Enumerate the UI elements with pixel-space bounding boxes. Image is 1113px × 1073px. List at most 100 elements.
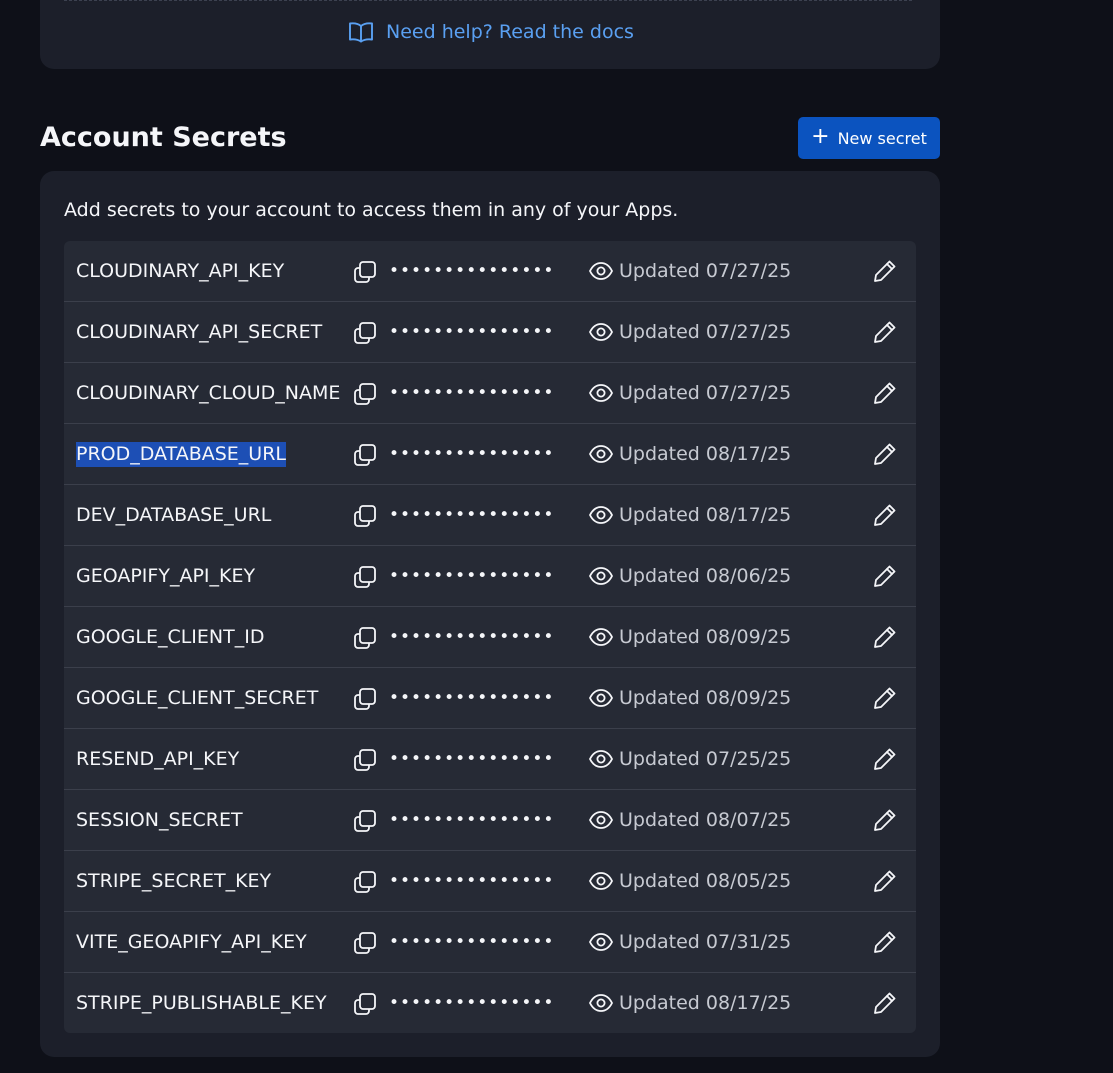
secret-row: CLOUDINARY_API_SECRET ••••••••••••••• Upda… [64,302,916,363]
pencil-icon[interactable] [872,319,898,345]
pencil-icon[interactable] [872,624,898,650]
dashed-divider [64,0,912,1]
eye-icon[interactable] [588,321,614,343]
secret-updated-date: Updated 07/27/25 [619,382,792,404]
eye-icon[interactable] [588,809,614,831]
secret-masked-value: ••••••••••••••• [389,810,555,830]
copy-icon[interactable] [352,625,378,651]
secret-updated-date: Updated 08/09/25 [619,626,792,648]
eye-icon[interactable] [588,504,614,526]
secret-row: CLOUDINARY_API_KEY ••••••••••••••• Updated… [64,241,916,302]
copy-icon[interactable] [352,991,378,1017]
secrets-description: Add secrets to your account to access th… [64,199,679,221]
secret-name: GOOGLE_CLIENT_ID [76,626,265,648]
secret-updated-date: Updated 08/17/25 [619,504,792,526]
secret-name: VITE_GEOAPIFY_API_KEY [76,931,307,953]
secret-updated-date: Updated 07/25/25 [619,748,792,770]
pencil-icon[interactable] [872,258,898,284]
secret-masked-value: ••••••••••••••• [389,932,555,952]
eye-icon[interactable] [588,260,614,282]
secret-updated-date: Updated 07/27/25 [619,321,792,343]
eye-icon[interactable] [588,565,614,587]
secret-name: RESEND_API_KEY [76,748,240,770]
secret-row: PROD_DATABASE_URL ••••••••••••••• Updated … [64,424,916,485]
secret-masked-value: ••••••••••••••• [389,749,555,769]
book-open-icon [348,21,374,43]
section-title: Account Secrets [40,122,287,153]
pencil-icon[interactable] [872,502,898,528]
secret-masked-value: ••••••••••••••• [389,688,555,708]
pencil-icon[interactable] [872,929,898,955]
secret-row: STRIPE_PUBLISHABLE_KEY ••••••••••••••• Upd… [64,973,916,1033]
secret-name: DEV_DATABASE_URL [76,504,272,526]
help-docs-label: Need help? Read the docs [386,21,634,43]
eye-icon[interactable] [588,992,614,1014]
eye-icon[interactable] [588,443,614,465]
eye-icon[interactable] [588,687,614,709]
secret-row: DEV_DATABASE_URL ••••••••••••••• Updated 0… [64,485,916,546]
secret-name: CLOUDINARY_CLOUD_NAME [76,382,341,404]
secret-name: CLOUDINARY_API_KEY [76,260,285,282]
eye-icon[interactable] [588,870,614,892]
secret-name: GOOGLE_CLIENT_SECRET [76,687,319,709]
copy-icon[interactable] [352,381,378,407]
plus-icon: + [811,124,830,149]
secret-masked-value: ••••••••••••••• [389,627,555,647]
eye-icon[interactable] [588,748,614,770]
new-secret-button[interactable]: + New secret [798,117,940,159]
copy-icon[interactable] [352,930,378,956]
secret-name: PROD_DATABASE_URL [76,442,286,467]
secret-updated-date: Updated 08/09/25 [619,687,792,709]
secret-masked-value: ••••••••••••••• [389,871,555,891]
copy-icon[interactable] [352,808,378,834]
secret-name: GEOAPIFY_API_KEY [76,565,256,587]
secret-name: STRIPE_SECRET_KEY [76,870,272,892]
eye-icon[interactable] [588,382,614,404]
copy-icon[interactable] [352,442,378,468]
secret-row: GOOGLE_CLIENT_ID ••••••••••••••• Updated 0… [64,607,916,668]
pencil-icon[interactable] [872,807,898,833]
secret-updated-date: Updated 08/07/25 [619,809,792,831]
secret-row: STRIPE_SECRET_KEY ••••••••••••••• Updated … [64,851,916,912]
secret-row: RESEND_API_KEY ••••••••••••••• Updated 07/… [64,729,916,790]
pencil-icon[interactable] [872,746,898,772]
secret-row: VITE_GEOAPIFY_API_KEY ••••••••••••••• Upda… [64,912,916,973]
secret-masked-value: ••••••••••••••• [389,566,555,586]
copy-icon[interactable] [352,503,378,529]
secret-masked-value: ••••••••••••••• [389,444,555,464]
pencil-icon[interactable] [872,563,898,589]
secret-updated-date: Updated 07/27/25 [619,260,792,282]
pencil-icon[interactable] [872,380,898,406]
secret-updated-date: Updated 08/17/25 [619,443,792,465]
secret-masked-value: ••••••••••••••• [389,383,555,403]
pencil-icon[interactable] [872,685,898,711]
secret-updated-date: Updated 08/05/25 [619,870,792,892]
copy-icon[interactable] [352,564,378,590]
copy-icon[interactable] [352,869,378,895]
help-docs-link[interactable]: Need help? Read the docs [348,17,634,47]
docs-card: Need help? Read the docs [40,0,940,69]
secret-row: GEOAPIFY_API_KEY ••••••••••••••• Updated 0… [64,546,916,607]
secrets-card: Add secrets to your account to access th… [40,171,940,1057]
eye-icon[interactable] [588,931,614,953]
pencil-icon[interactable] [872,441,898,467]
secret-row: SESSION_SECRET ••••••••••••••• Updated 08/… [64,790,916,851]
secret-masked-value: ••••••••••••••• [389,322,555,342]
secrets-table: CLOUDINARY_API_KEY ••••••••••••••• Updated… [64,241,916,1033]
copy-icon[interactable] [352,686,378,712]
secret-masked-value: ••••••••••••••• [389,993,555,1013]
secret-masked-value: ••••••••••••••• [389,261,555,281]
copy-icon[interactable] [352,747,378,773]
pencil-icon[interactable] [872,990,898,1016]
copy-icon[interactable] [352,259,378,285]
secret-updated-date: Updated 08/17/25 [619,992,792,1014]
eye-icon[interactable] [588,626,614,648]
secret-name: STRIPE_PUBLISHABLE_KEY [76,992,327,1014]
secret-row: GOOGLE_CLIENT_SECRET ••••••••••••••• Updat… [64,668,916,729]
secret-updated-date: Updated 08/06/25 [619,565,792,587]
pencil-icon[interactable] [872,868,898,894]
secret-row: CLOUDINARY_CLOUD_NAME ••••••••••••••• Upda… [64,363,916,424]
secret-updated-date: Updated 07/31/25 [619,931,792,953]
copy-icon[interactable] [352,320,378,346]
secret-name: SESSION_SECRET [76,809,243,831]
